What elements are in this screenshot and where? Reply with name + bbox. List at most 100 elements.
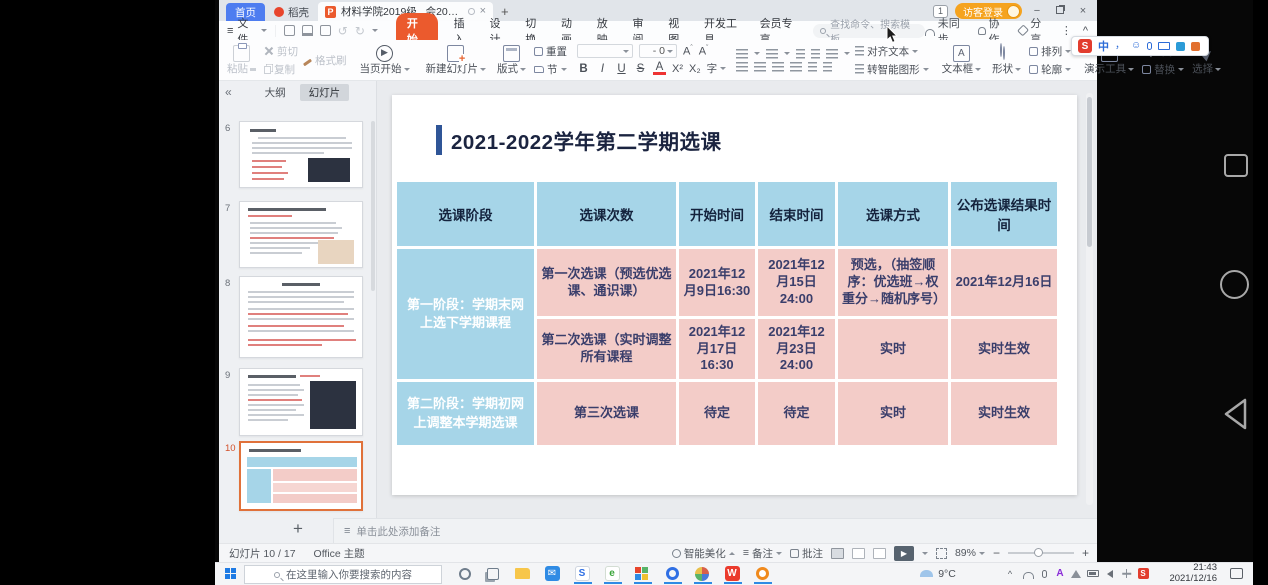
taskbar-search-input[interactable]: 在这里输入你要搜索的内容 xyxy=(244,565,442,584)
taskbar-app-wps[interactable]: W xyxy=(721,563,743,584)
italic-button[interactable]: I xyxy=(596,63,609,75)
slide-thumbnail-9[interactable] xyxy=(239,368,363,436)
play-current-button[interactable]: ▶ 当页开始 xyxy=(357,45,413,76)
cut-button[interactable]: 剪切 xyxy=(264,44,298,59)
strikethrough-button[interactable]: S xyxy=(634,63,647,75)
tray-network-icon[interactable] xyxy=(1069,563,1083,584)
bullets-icon[interactable] xyxy=(736,49,748,59)
distribute-icon[interactable] xyxy=(808,62,817,72)
textbox-button[interactable]: A 文本框 xyxy=(939,45,985,76)
shapes-button[interactable]: 形状 xyxy=(989,45,1024,76)
ime-mic-icon[interactable] xyxy=(1147,42,1152,50)
font-size-select[interactable]: - 0 xyxy=(639,44,677,58)
cortana-button[interactable] xyxy=(455,563,475,584)
zoom-slider-handle[interactable] xyxy=(1034,548,1043,557)
taskbar-app-browser-e[interactable]: e xyxy=(601,563,623,584)
tray-battery-icon[interactable] xyxy=(1085,563,1101,584)
undo-icon[interactable]: ↺ xyxy=(338,25,348,37)
align-text-button[interactable]: 对齐文本 xyxy=(855,44,929,59)
char-format-button[interactable]: 字 xyxy=(707,61,727,76)
taskbar-app-bluecircle[interactable] xyxy=(661,563,683,584)
ime-emoji-icon[interactable]: ☺ xyxy=(1131,41,1141,51)
taskbar-clock[interactable]: 21:43 2021/12/16 xyxy=(1155,563,1217,584)
font-color-button[interactable]: A xyxy=(653,62,666,75)
action-center-button[interactable] xyxy=(1227,563,1245,584)
more-options-icon[interactable]: ⋮ xyxy=(1061,24,1072,37)
taskbar-app-mail[interactable]: ✉ xyxy=(541,563,563,584)
android-recents-button[interactable] xyxy=(1224,154,1248,177)
canvas-scrollbar-thumb[interactable] xyxy=(1087,97,1092,247)
tray-volume-icon[interactable] xyxy=(1103,563,1117,584)
slide-thumbnail-10-selected[interactable] xyxy=(239,441,363,511)
task-view-button[interactable] xyxy=(483,563,503,584)
fit-slide-icon[interactable] xyxy=(936,548,947,559)
ime-mode-toggle[interactable]: 中 xyxy=(1098,38,1109,54)
layout-button[interactable]: 版式 xyxy=(494,45,529,76)
justify-icon[interactable] xyxy=(790,62,802,72)
taskbar-app-colorgrid[interactable] xyxy=(631,563,653,584)
ime-keyboard-icon[interactable] xyxy=(1158,42,1170,50)
align-right-icon[interactable] xyxy=(772,62,784,72)
slide-thumbnail-8[interactable] xyxy=(239,276,363,358)
canvas-scrollbar[interactable] xyxy=(1086,93,1093,505)
smart-beautify-button[interactable]: 智能美化 xyxy=(672,546,735,561)
course-selection-table[interactable]: 选课阶段 选课次数 开始时间 结束时间 选课方式 公布选课结果时间 第一阶段：学… xyxy=(397,182,1057,445)
reading-view-button[interactable] xyxy=(873,548,886,559)
format-painter-button[interactable]: 格式刷 xyxy=(303,53,347,68)
bold-button[interactable]: B xyxy=(577,63,590,75)
underline-button[interactable]: U xyxy=(615,63,628,75)
ime-toolbar[interactable]: S 中 ， ☺ xyxy=(1071,36,1209,56)
print-preview-icon[interactable] xyxy=(320,25,331,36)
android-back-button[interactable] xyxy=(1221,396,1251,432)
outline-button[interactable]: 轮廓 xyxy=(1029,62,1071,77)
notes-bar[interactable]: ≡ 单击此处添加备注 xyxy=(333,518,1097,543)
taskbar-app-photo[interactable] xyxy=(691,563,713,584)
android-home-button[interactable] xyxy=(1220,270,1249,299)
replace-button[interactable]: 替换 xyxy=(1142,62,1184,77)
collapse-panel-button[interactable]: « xyxy=(219,85,238,99)
tray-usb-icon[interactable] xyxy=(1037,563,1051,584)
slideshow-play-button[interactable]: ▶ xyxy=(894,546,914,561)
notes-toggle-button[interactable]: ≡ 备注 xyxy=(743,546,782,561)
zoom-out-button[interactable]: − xyxy=(993,547,1000,559)
font-family-select[interactable] xyxy=(577,44,633,58)
subscript-button[interactable]: X₂ xyxy=(689,63,701,75)
zoom-slider[interactable] xyxy=(1008,552,1074,554)
new-slide-button[interactable]: 新建幻灯片 xyxy=(423,45,490,76)
slide-thumbnail-7[interactable] xyxy=(239,201,363,268)
line-spacing-icon[interactable] xyxy=(826,49,838,59)
collapse-ribbon-icon[interactable]: ^ xyxy=(1083,25,1088,37)
ime-clipboard-icon[interactable] xyxy=(1176,42,1185,51)
slide-thumbnail-6[interactable] xyxy=(239,121,363,188)
weather-widget[interactable]: 9°C xyxy=(911,563,965,584)
panel-scrollbar[interactable] xyxy=(371,121,375,291)
command-search-input[interactable]: 查找命令、搜索模板 xyxy=(813,24,925,38)
tab-outline[interactable]: 大纲 xyxy=(265,85,286,100)
tray-expand-button[interactable]: ^ xyxy=(1003,563,1017,584)
tray-cloud-icon[interactable] xyxy=(1021,563,1035,584)
zoom-level[interactable]: 89% xyxy=(955,547,985,559)
increase-font-icon[interactable]: Aˆ xyxy=(683,45,693,58)
play-options-icon[interactable] xyxy=(922,552,928,555)
increase-indent-icon[interactable] xyxy=(811,49,820,59)
redo-icon[interactable]: ↻ xyxy=(355,25,365,37)
slide-sorter-view-button[interactable] xyxy=(852,548,865,559)
copy-button[interactable]: 复制 xyxy=(264,62,298,77)
tray-sogou-icon[interactable]: S xyxy=(1135,563,1151,584)
theme-name[interactable]: Office 主题 xyxy=(314,546,365,561)
print-icon[interactable] xyxy=(302,25,313,36)
decrease-indent-icon[interactable] xyxy=(796,49,805,59)
slide-10-canvas[interactable]: 2021-2022学年第二学期选课 选课阶段 选课次数 开始时间 结束时间 选课… xyxy=(392,95,1077,495)
arrange-button[interactable]: 排列 xyxy=(1029,44,1071,59)
superscript-button[interactable]: X² xyxy=(672,63,683,75)
ime-punctuation-icon[interactable]: ， xyxy=(1115,41,1125,51)
zoom-in-button[interactable]: + xyxy=(1082,547,1089,559)
tray-ime-icon[interactable]: A xyxy=(1053,563,1067,584)
comment-button[interactable]: 批注 xyxy=(790,546,823,561)
reset-button[interactable]: 重置 xyxy=(534,44,567,59)
paste-button[interactable]: 粘贴 xyxy=(224,45,259,76)
slide-title-block[interactable]: 2021-2022学年第二学期选课 xyxy=(436,125,722,155)
to-smartart-button[interactable]: 转智能图形 xyxy=(855,62,929,77)
ime-logo-icon[interactable]: S xyxy=(1078,39,1092,53)
columns-icon[interactable] xyxy=(823,62,832,72)
